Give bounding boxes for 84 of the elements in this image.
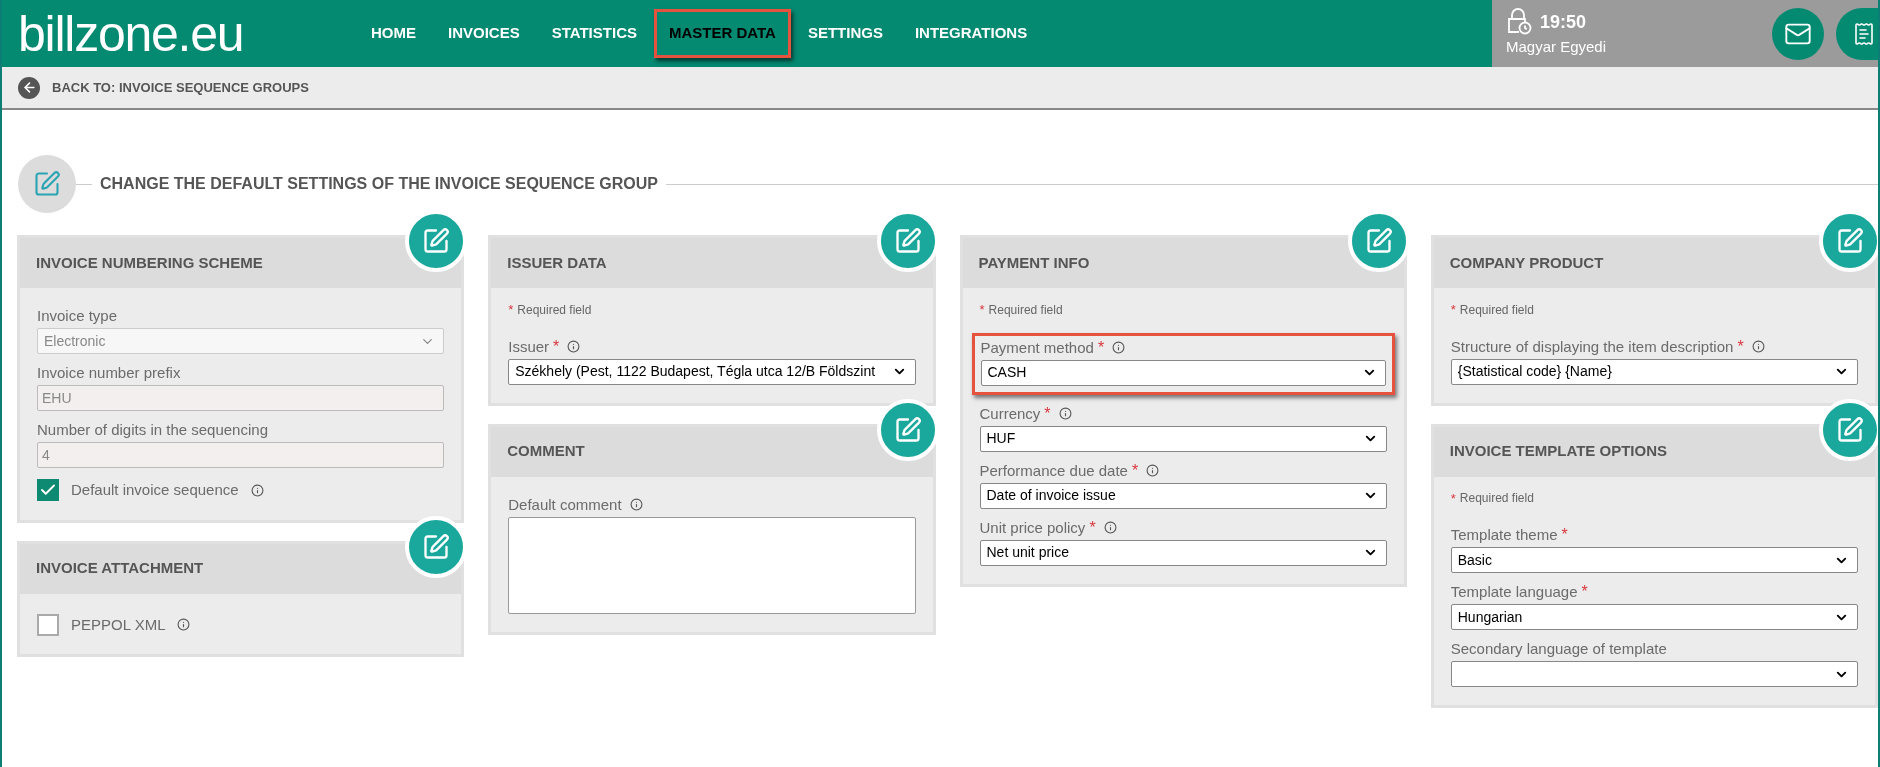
nav-link[interactable]: HOME bbox=[356, 9, 431, 58]
info-icon[interactable] bbox=[567, 340, 581, 353]
required-asterisk: * bbox=[1450, 489, 1456, 508]
select-field[interactable]: Basic bbox=[1450, 547, 1858, 573]
field-label: Template language bbox=[1450, 582, 1578, 602]
logo[interactable]: billzone.eu bbox=[18, 8, 348, 59]
checkbox[interactable] bbox=[37, 613, 59, 636]
info-icon[interactable] bbox=[1112, 341, 1126, 354]
info-icon[interactable] bbox=[250, 483, 264, 497]
required-asterisk: * bbox=[508, 301, 514, 319]
back-icon[interactable] bbox=[18, 76, 40, 99]
required-note: Required field bbox=[988, 301, 1063, 319]
session-time: 19:50 bbox=[1540, 10, 1587, 34]
edit-icon bbox=[1836, 227, 1864, 255]
field-label: Currency bbox=[979, 403, 1041, 424]
edit-icon bbox=[1836, 415, 1864, 444]
nav-link[interactable]: MASTER DATA bbox=[653, 9, 791, 58]
info-icon[interactable] bbox=[629, 498, 643, 511]
lock-clock-icon bbox=[1506, 8, 1532, 37]
checkbox[interactable] bbox=[37, 479, 59, 502]
edit-icon bbox=[893, 415, 922, 444]
required-asterisk: * bbox=[1450, 301, 1456, 319]
pencil-icon bbox=[33, 170, 61, 198]
card-title: COMPANY PRODUCT bbox=[1449, 252, 1604, 273]
required-asterisk: * bbox=[1131, 460, 1139, 481]
field-label: Secondary language of template bbox=[1450, 639, 1667, 659]
required-asterisk: * bbox=[1561, 525, 1568, 545]
page-title: CHANGE THE DEFAULT SETTINGS OF THE INVOICE SEQUENCE GROUP bbox=[99, 174, 659, 194]
field-label: Performance due date bbox=[979, 460, 1128, 481]
required-note: Required field bbox=[1459, 490, 1534, 508]
nav-link[interactable]: INVOICES bbox=[433, 9, 535, 58]
required-asterisk: * bbox=[553, 336, 560, 357]
field-label: Unit price policy bbox=[979, 517, 1086, 538]
card-title: PAYMENT INFO bbox=[978, 252, 1090, 273]
field-label: Structure of displaying the item description bbox=[1450, 336, 1734, 357]
required-asterisk: * bbox=[1044, 403, 1051, 424]
info-icon[interactable] bbox=[177, 618, 191, 632]
card-title: INVOICE NUMBERING SCHEME bbox=[36, 252, 263, 273]
edit-icon bbox=[422, 227, 451, 255]
required-note: Required field bbox=[1459, 301, 1534, 319]
required-asterisk: * bbox=[1097, 337, 1105, 358]
select-field[interactable]: Net unit price bbox=[979, 539, 1387, 566]
edit-icon bbox=[422, 532, 451, 561]
field-label: Invoice type bbox=[37, 306, 118, 326]
info-icon[interactable] bbox=[1146, 464, 1160, 477]
field-label: Issuer bbox=[508, 336, 550, 357]
user-name: Magyar Egyedi bbox=[1506, 37, 1608, 58]
field-label: Template theme bbox=[1450, 525, 1558, 545]
select-field[interactable]: CASH bbox=[980, 359, 1386, 386]
mail-button[interactable] bbox=[1772, 7, 1824, 60]
required-asterisk: * bbox=[1581, 582, 1588, 602]
required-asterisk: * bbox=[979, 301, 985, 319]
nav-link[interactable]: SETTINGS bbox=[792, 9, 898, 58]
select-field[interactable]: Hungarian bbox=[1450, 604, 1858, 630]
field-label: Invoice number prefix bbox=[37, 363, 181, 383]
field-label: Payment method bbox=[980, 337, 1094, 358]
select-field[interactable]: Székhely (Pest, 1122 Budapest, Tégla utca 12/B Földszint bbox=[508, 358, 916, 385]
info-icon[interactable] bbox=[1103, 521, 1117, 534]
edit-icon bbox=[1364, 227, 1393, 255]
checkbox-label: Default invoice sequence bbox=[71, 480, 239, 500]
card-title: INVOICE TEMPLATE OPTIONS bbox=[1449, 441, 1667, 462]
info-icon[interactable] bbox=[1751, 340, 1765, 353]
document-icon bbox=[1852, 21, 1876, 46]
card-title: ISSUER DATA bbox=[507, 252, 607, 273]
card-title: COMMENT bbox=[507, 441, 585, 462]
info-icon[interactable] bbox=[1058, 407, 1072, 420]
document-button[interactable] bbox=[1836, 7, 1878, 60]
nav-link[interactable]: INTEGRATIONS bbox=[899, 9, 1043, 58]
required-note: Required field bbox=[517, 301, 592, 319]
select-field[interactable] bbox=[1450, 661, 1858, 687]
required-asterisk: * bbox=[1089, 517, 1096, 538]
select-field[interactable]: Date of invoice issue bbox=[979, 482, 1387, 509]
edit-icon bbox=[893, 227, 922, 255]
required-asterisk: * bbox=[1737, 336, 1744, 357]
field-label: Default comment bbox=[508, 494, 622, 515]
arrow-left-icon bbox=[21, 80, 37, 95]
select-field[interactable]: HUF bbox=[979, 425, 1387, 452]
comment-textarea[interactable] bbox=[508, 516, 916, 614]
back-link[interactable]: BACK TO: INVOICE SEQUENCE GROUPS bbox=[52, 77, 309, 98]
nav-link[interactable]: STATISTICS bbox=[536, 9, 652, 58]
checkbox-label: PEPPOL XML bbox=[71, 614, 166, 635]
card-title: INVOICE ATTACHMENT bbox=[36, 558, 204, 579]
field-label: Number of digits in the sequencing bbox=[37, 420, 268, 440]
select-field[interactable]: {Statistical code} {Name} bbox=[1450, 358, 1858, 385]
